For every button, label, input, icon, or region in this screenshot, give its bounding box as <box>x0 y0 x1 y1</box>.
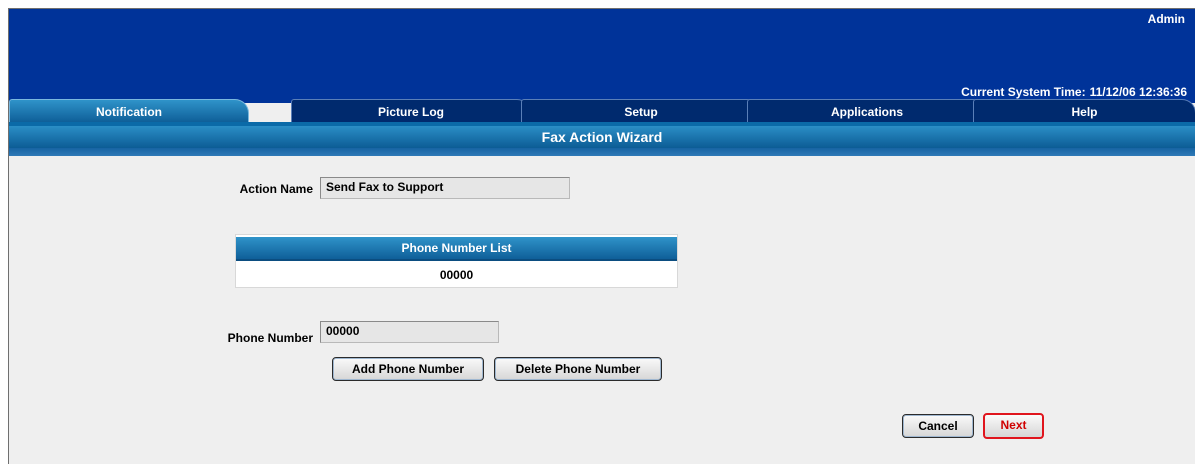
tab-picture-log[interactable]: Picture Log <box>291 99 531 122</box>
add-phone-number-button[interactable]: Add Phone Number <box>332 357 484 381</box>
phone-number-label: Phone Number <box>227 331 313 345</box>
user-name[interactable]: Admin <box>1148 12 1185 26</box>
next-button[interactable]: Next <box>983 413 1044 439</box>
tab-setup[interactable]: Setup <box>521 99 761 122</box>
tab-help[interactable]: Help <box>973 99 1195 122</box>
system-time: Current System Time: 11/12/06 12:36:36 <box>957 85 1187 99</box>
system-time-label: Current System Time: <box>961 85 1086 99</box>
tab-applications[interactable]: Applications <box>747 99 987 122</box>
header-banner: Admin Current System Time: 11/12/06 12:36… <box>9 9 1195 103</box>
system-time-value: 11/12/06 12:36:36 <box>1089 85 1187 99</box>
wizard-title: Fax Action Wizard <box>9 126 1195 148</box>
phone-list-header: Phone Number List <box>236 237 677 261</box>
action-name-label: Action Name <box>239 182 313 196</box>
wizard-bar-divider <box>9 148 1195 156</box>
phone-number-list: Phone Number List 00000 <box>235 234 678 288</box>
delete-phone-number-button[interactable]: Delete Phone Number <box>494 357 662 381</box>
tab-notification[interactable]: Notification <box>9 99 249 122</box>
app-frame: Admin Current System Time: 11/12/06 12:36… <box>8 8 1195 464</box>
action-name-field[interactable]: Send Fax to Support <box>320 177 570 199</box>
cancel-button[interactable]: Cancel <box>902 414 974 438</box>
phone-number-field[interactable]: 00000 <box>320 321 499 343</box>
list-item[interactable]: 00000 <box>236 265 677 285</box>
wizard-title-bar: Fax Action Wizard <box>9 122 1195 156</box>
main-tabs: Notification Picture Log Setup Applicati… <box>9 99 1195 122</box>
